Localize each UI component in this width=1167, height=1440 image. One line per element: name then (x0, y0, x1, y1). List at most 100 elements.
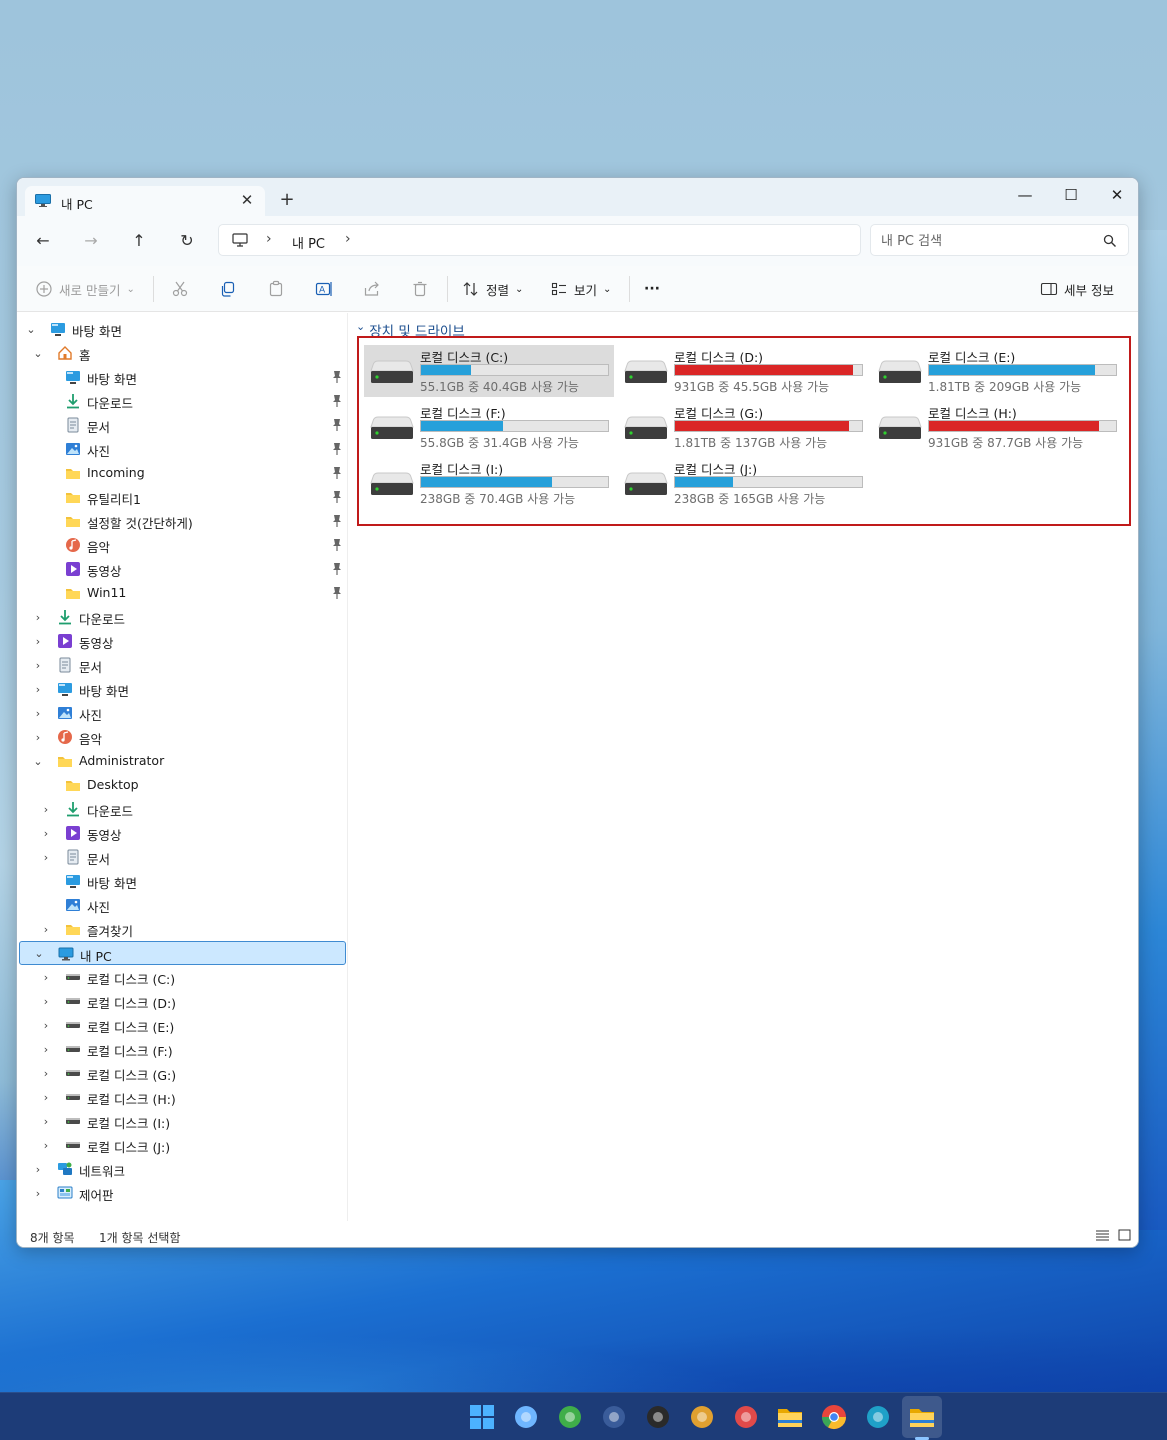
sidebar-item[interactable]: › 즐겨찾기 (19, 917, 346, 941)
sidebar-item[interactable]: 설정할 것(간단하게) (19, 509, 346, 533)
sidebar-item[interactable]: › 바탕 화면 (19, 677, 346, 701)
sidebar-item[interactable]: › 다운로드 (19, 797, 346, 821)
chevron-right-icon[interactable]: › (32, 635, 44, 648)
details-view-icon[interactable] (1096, 1229, 1109, 1241)
search-input[interactable] (881, 231, 1091, 251)
chevron-right-icon[interactable]: › (32, 659, 44, 672)
drive-tile[interactable]: 로컬 디스크 (F:) 55.8GB 중 31.4GB 사용 가능 (364, 401, 614, 453)
chevron-right-icon[interactable]: › (40, 803, 52, 816)
maximize-button[interactable]: ☐ (1048, 181, 1094, 209)
app-1d-icon[interactable] (599, 1402, 629, 1432)
chevron-right-icon[interactable]: › (40, 1091, 52, 1104)
sidebar-item[interactable]: ⌄ 바탕 화면 (19, 317, 346, 341)
search-box[interactable] (870, 224, 1129, 256)
edge-can-icon[interactable] (863, 1402, 893, 1432)
large-icons-view-icon[interactable] (1118, 1229, 1131, 1241)
sidebar-item[interactable]: ⌄ 홈 (19, 341, 346, 365)
chrome-icon[interactable] (819, 1402, 849, 1432)
chevron-down-icon[interactable]: ⌄ (25, 323, 37, 336)
more-options-button[interactable]: ··· (644, 278, 660, 300)
sidebar-item[interactable]: ⌄ 내 PC (19, 941, 346, 965)
up-button[interactable]: ↑ (126, 228, 152, 254)
chevron-right-icon[interactable]: › (32, 1163, 44, 1176)
copy-icon[interactable] (219, 280, 237, 298)
drive-tile[interactable]: 로컬 디스크 (G:) 1.81TB 중 137GB 사용 가능 (618, 401, 868, 453)
sidebar-item[interactable]: › 문서 (19, 845, 346, 869)
sidebar-item[interactable]: › 로컬 디스크 (H:) (19, 1085, 346, 1109)
minimize-button[interactable]: — (1002, 181, 1048, 209)
chevron-down-icon[interactable]: ⌄ (32, 347, 44, 360)
share-icon[interactable] (363, 280, 381, 298)
chevron-down-icon[interactable]: ⌄ (33, 947, 45, 960)
chevron-right-icon[interactable]: › (40, 1043, 52, 1056)
drive-tile[interactable]: 로컬 디스크 (C:) 55.1GB 중 40.4GB 사용 가능 (364, 345, 614, 397)
calendar-321-icon[interactable] (643, 1402, 673, 1432)
eye-app-icon[interactable] (687, 1402, 717, 1432)
start-icon[interactable] (467, 1402, 497, 1432)
cut-icon[interactable] (171, 280, 189, 298)
chevron-right-icon[interactable]: › (32, 611, 44, 624)
sidebar-item[interactable]: › 로컬 디스크 (E:) (19, 1013, 346, 1037)
sidebar-item[interactable]: › 로컬 디스크 (I:) (19, 1109, 346, 1133)
sidebar-item[interactable]: Incoming (19, 461, 346, 485)
drive-tile[interactable]: 로컬 디스크 (E:) 1.81TB 중 209GB 사용 가능 (872, 345, 1122, 397)
sidebar-item[interactable]: › 제어판 (19, 1181, 346, 1205)
sidebar-item[interactable]: 다운로드 (19, 389, 346, 413)
sidebar-item[interactable]: 바탕 화면 (19, 365, 346, 389)
file-explorer-active-icon[interactable] (907, 1402, 937, 1432)
sidebar-item[interactable]: ⌄ Administrator (19, 749, 346, 773)
chevron-right-icon[interactable]: › (40, 1067, 52, 1080)
drive-tile[interactable]: 로컬 디스크 (J:) 238GB 중 165GB 사용 가능 (618, 457, 868, 509)
chevron-down-icon[interactable]: ⌄ (32, 755, 44, 768)
sidebar-item[interactable]: › 동영상 (19, 629, 346, 653)
sidebar-item[interactable]: Win11 (19, 581, 346, 605)
sort-button[interactable]: 정렬 ⌄ (462, 278, 523, 300)
sidebar-item[interactable]: › 문서 (19, 653, 346, 677)
tab-close-icon[interactable]: ✕ (237, 190, 257, 210)
view-button[interactable]: 보기 ⌄ (550, 278, 611, 300)
sidebar-item[interactable]: › 로컬 디스크 (G:) (19, 1061, 346, 1085)
sidebar-item[interactable]: › 로컬 디스크 (J:) (19, 1133, 346, 1157)
sidebar-item[interactable]: › 네트워크 (19, 1157, 346, 1181)
chevron-right-icon[interactable]: › (40, 1019, 52, 1032)
drive-tile[interactable]: 로컬 디스크 (I:) 238GB 중 70.4GB 사용 가능 (364, 457, 614, 509)
sidebar-item[interactable]: › 음악 (19, 725, 346, 749)
rename-icon[interactable]: A (315, 280, 333, 298)
tab-my-pc[interactable]: 내 PC ✕ (25, 186, 265, 216)
chevron-right-icon[interactable]: › (40, 971, 52, 984)
sidebar-item[interactable]: › 로컬 디스크 (C:) (19, 965, 346, 989)
new-tab-button[interactable]: + (277, 190, 297, 210)
sidebar-item[interactable]: › 로컬 디스크 (F:) (19, 1037, 346, 1061)
chevron-right-icon[interactable]: › (32, 1187, 44, 1200)
delete-icon[interactable] (411, 280, 429, 298)
drive-tile[interactable]: 로컬 디스크 (H:) 931GB 중 87.7GB 사용 가능 (872, 401, 1122, 453)
sidebar-item[interactable]: 유틸리티1 (19, 485, 346, 509)
sidebar-item[interactable]: 사진 (19, 437, 346, 461)
close-window-button[interactable]: ✕ (1094, 181, 1138, 209)
sidebar-item[interactable]: › 로컬 디스크 (D:) (19, 989, 346, 1013)
forward-button[interactable]: → (78, 228, 104, 254)
file-explorer-icon[interactable] (775, 1402, 805, 1432)
utorrent-icon[interactable] (555, 1402, 585, 1432)
chevron-right-icon[interactable]: › (40, 923, 52, 936)
sidebar-item[interactable]: 문서 (19, 413, 346, 437)
sidebar-item[interactable]: › 다운로드 (19, 605, 346, 629)
back-button[interactable]: ← (30, 228, 56, 254)
sidebar-item[interactable]: 음악 (19, 533, 346, 557)
breadcrumb-separator-icon[interactable]: › (345, 231, 351, 247)
details-pane-button[interactable]: 세부 정보 (1040, 278, 1114, 300)
new-button[interactable]: 새로 만들기 ⌄ (35, 278, 135, 300)
refresh-button[interactable]: ↻ (174, 228, 200, 254)
chevron-right-icon[interactable]: › (40, 1115, 52, 1128)
sidebar-item[interactable]: › 사진 (19, 701, 346, 725)
sidebar-item[interactable]: Desktop (19, 773, 346, 797)
breadcrumb-my-pc[interactable]: 내 PC (292, 233, 325, 252)
paste-icon[interactable] (267, 280, 285, 298)
chevron-right-icon[interactable]: › (32, 707, 44, 720)
breadcrumb-separator-icon[interactable]: › (266, 231, 272, 247)
chevron-right-icon[interactable]: › (40, 1139, 52, 1152)
sidebar-item[interactable]: › 동영상 (19, 821, 346, 845)
drive-tile[interactable]: 로컬 디스크 (D:) 931GB 중 45.5GB 사용 가능 (618, 345, 868, 397)
eraser-app-icon[interactable] (731, 1402, 761, 1432)
sidebar-item[interactable]: 사진 (19, 893, 346, 917)
